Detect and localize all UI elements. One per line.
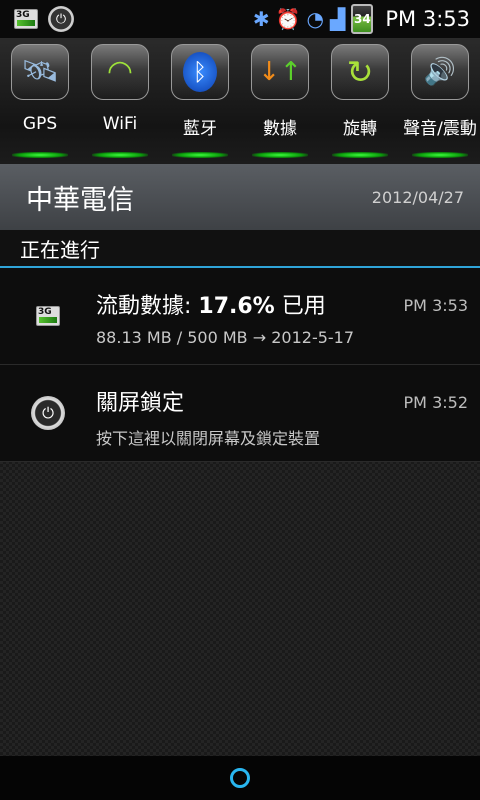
toggle-label: GPS <box>22 114 58 134</box>
notification-title-prefix: 流動數據: <box>96 294 199 319</box>
rotate-icon: ↻ <box>346 53 374 91</box>
drag-handle-icon[interactable] <box>230 768 250 788</box>
ongoing-header: 正在進行 <box>0 230 480 268</box>
toggle-data[interactable]: ↓↑ 數據 <box>241 38 319 164</box>
usage-percent: 17.6% <box>198 294 275 319</box>
notification-screen-lock[interactable]: ⏻ 關屏鎖定 按下這裡以關閉屏幕及鎖定裝置 PM 3:52 <box>0 365 480 462</box>
toggle-wifi[interactable]: ◠ WiFi <box>81 38 159 164</box>
carrier-date: 2012/04/27 <box>371 187 464 207</box>
signal-strength-icon: ▟ <box>329 7 346 31</box>
wifi-tile[interactable]: ◠ <box>91 44 149 100</box>
power-lock-icon: ⏻ <box>31 396 65 430</box>
toggle-label: WiFi <box>102 114 138 134</box>
toggle-label: 旋轉 <box>343 119 377 139</box>
notification-title-suffix: 已用 <box>274 294 326 319</box>
toggle-indicator <box>172 152 228 158</box>
data-tile[interactable]: ↓↑ <box>251 44 309 100</box>
power-lock-icon: ⏻ <box>48 6 74 32</box>
battery-icon: 34 <box>351 4 374 34</box>
notification-time: PM 3:52 <box>403 393 468 412</box>
toggle-indicator <box>92 152 148 158</box>
3g-badge-text: 3G <box>38 307 52 317</box>
notification-list: 正在進行 3G 流動數據: 17.6% 已用 88.13 MB / 500 MB… <box>0 230 480 756</box>
bluetooth-tile[interactable]: ᛒ <box>171 44 229 100</box>
bluetooth-icon: ✱ <box>252 7 270 31</box>
carrier-row: 中華電信 2012/04/27 <box>0 164 480 230</box>
quick-toggles: 🛰 GPS ◠ WiFi ᛒ 藍牙 ↓↑ 數據 ↻ 旋轉 🔊 聲音/震動 <box>0 38 480 164</box>
notification-data-usage[interactable]: 3G 流動數據: 17.6% 已用 88.13 MB / 500 MB → 20… <box>0 268 480 365</box>
toggle-indicator <box>252 152 308 158</box>
shade-handle-bar[interactable] <box>0 756 480 800</box>
sound-tile[interactable]: 🔊 <box>411 44 469 100</box>
alarm-clock-icon: ⏰ <box>275 7 301 31</box>
notification-subtitle: 88.13 MB / 500 MB → 2012-5-17 <box>96 328 355 347</box>
wifi-icon: ◠ <box>106 54 134 89</box>
toggle-gps[interactable]: 🛰 GPS <box>1 38 79 164</box>
toggle-indicator <box>12 152 68 158</box>
status-clock: PM 3:53 <box>385 7 470 31</box>
3g-data-icon: 3G <box>36 306 60 326</box>
toggle-indicator <box>332 152 388 158</box>
toggle-bluetooth[interactable]: ᛒ 藍牙 <box>161 38 239 164</box>
data-transfer-icon: ↓↑ <box>258 57 302 87</box>
rotate-tile[interactable]: ↻ <box>331 44 389 100</box>
notification-subtitle: 按下這裡以關閉屏幕及鎖定裝置 <box>96 429 321 448</box>
3g-badge-text: 3G <box>16 10 30 20</box>
sound-vibrate-icon: 🔊 <box>423 57 457 87</box>
gps-tile[interactable]: 🛰 <box>11 44 69 100</box>
bluetooth-icon: ᛒ <box>183 52 217 92</box>
toggle-label: 藍牙 <box>183 119 217 139</box>
wifi-icon: ◔ <box>306 7 324 31</box>
notification-time: PM 3:53 <box>403 296 468 315</box>
toggle-label: 數據 <box>263 119 297 139</box>
3g-data-icon: 3G <box>14 9 38 29</box>
carrier-name: 中華電信 <box>26 184 134 216</box>
status-bar: 3G ⏻ ✱ ⏰ ◔ ▟ 34 PM 3:53 <box>0 0 480 38</box>
toggle-rotate[interactable]: ↻ 旋轉 <box>321 38 399 164</box>
gps-satellite-icon: 🛰 <box>20 54 60 89</box>
notification-shade: 3G ⏻ ✱ ⏰ ◔ ▟ 34 PM 3:53 🛰 GPS ◠ WiFi ᛒ 藍… <box>0 0 480 800</box>
battery-level: 34 <box>354 12 371 26</box>
toggle-label: 聲音/震動 <box>403 119 477 139</box>
toggle-sound-vibrate[interactable]: 🔊 聲音/震動 <box>401 38 479 164</box>
toggle-indicator <box>412 152 468 158</box>
